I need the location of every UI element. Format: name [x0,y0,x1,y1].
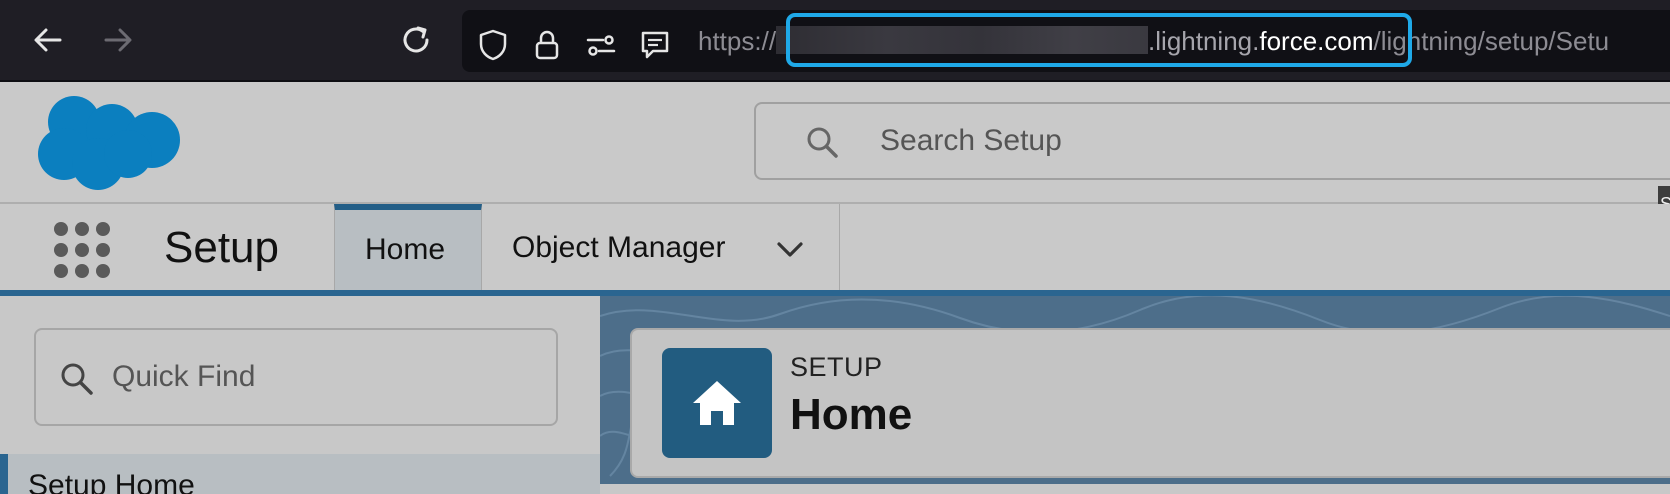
shield-icon [479,29,507,61]
object-manager-dropdown[interactable] [772,232,808,268]
back-button[interactable] [28,20,68,60]
url-highlight-box [786,13,1412,67]
tab-home[interactable]: Home [334,204,482,290]
reader-comment-icon [641,31,669,59]
tracking-protection-button[interactable] [476,28,510,62]
tab-object-manager-label: Object Manager [512,231,726,264]
search-icon [804,124,840,160]
browser-toolbar: https://.lightning.force.com/lightning/s… [0,0,1670,82]
setup-sidebar: Quick Find Setup Home [0,296,600,494]
reader-view-button[interactable] [638,28,672,62]
home-tile [662,348,772,458]
permissions-button[interactable] [584,28,618,62]
app-name: Setup [164,223,279,272]
tab-home-label: Home [365,233,446,266]
app-launcher-button[interactable] [54,222,110,278]
search-setup-input[interactable]: Search Setup [754,102,1670,180]
url-scheme: https:// [698,26,777,56]
quick-find-input[interactable]: Quick Find [34,328,558,426]
tab-object-manager[interactable]: Object Manager [482,204,840,290]
lock-icon [535,30,559,60]
app-navbar: Setup Home Object Manager [0,204,1670,290]
home-icon [693,381,741,425]
permissions-icon [586,35,616,56]
page-title: Home [790,390,913,439]
quick-find-placeholder: Quick Find [112,360,256,393]
forward-arrow-icon [104,28,132,52]
back-arrow-icon [34,28,62,52]
sidebar-item-setup-home[interactable]: Setup Home [0,454,600,494]
page-eyebrow: SETUP [790,352,883,382]
reload-icon [403,26,429,53]
global-header: Search Setup [0,82,1670,204]
page-header-card: SETUP Home [630,328,1670,478]
chevron-down-icon [777,242,803,257]
reload-button[interactable] [396,20,436,60]
search-setup-placeholder: Search Setup [880,124,1062,157]
forward-button[interactable] [98,20,138,60]
site-security-button[interactable] [530,28,564,62]
search-icon [58,360,96,398]
salesforce-logo [38,96,180,190]
sidebar-item-label: Setup Home [28,469,195,494]
